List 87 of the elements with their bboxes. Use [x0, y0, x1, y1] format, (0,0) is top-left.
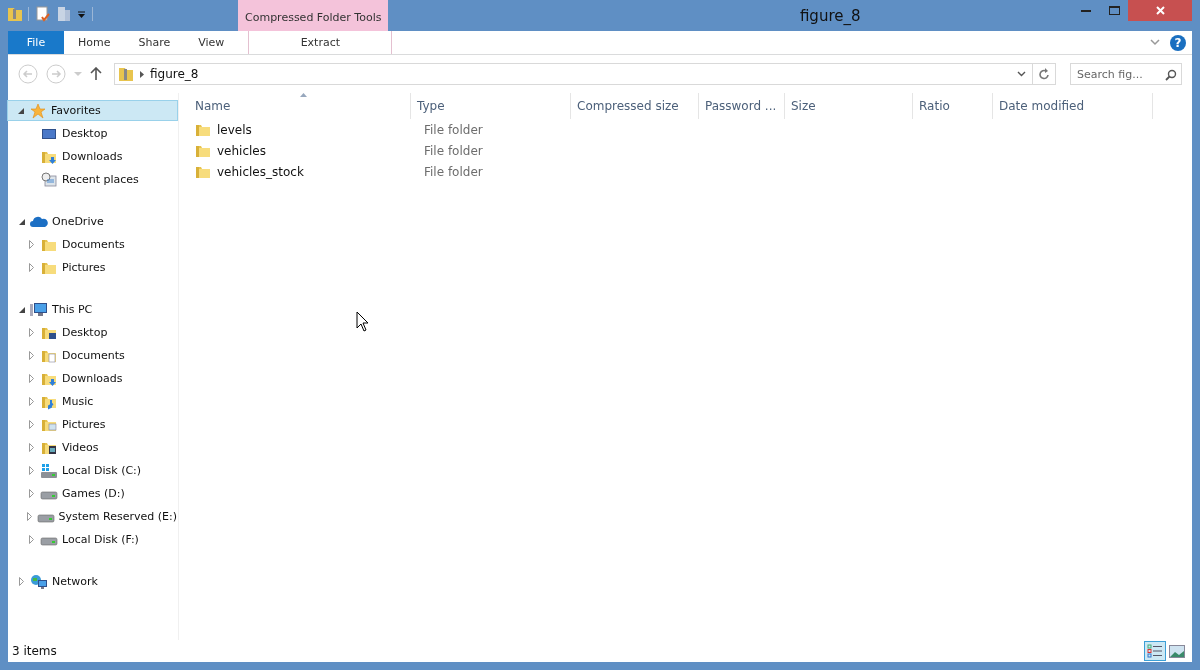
up-button[interactable] — [90, 67, 102, 81]
address-bar[interactable]: figure_8 — [114, 63, 1056, 85]
refresh-icon[interactable] — [1038, 67, 1050, 81]
nav-item[interactable]: Desktop — [8, 322, 178, 343]
nav-item[interactable]: Videos — [8, 437, 178, 458]
sort-arrow-icon — [299, 93, 307, 97]
close-icon — [1155, 6, 1165, 15]
ribbon-tab[interactable]: File — [8, 31, 64, 54]
column-header[interactable]: Name — [189, 93, 411, 119]
ribbon-tab[interactable]: Extract — [248, 31, 393, 54]
expand-arrow-icon[interactable] — [29, 240, 34, 249]
nav-item[interactable]: This PC — [8, 299, 178, 320]
star-icon — [29, 102, 47, 119]
nav-item[interactable]: Desktop — [8, 123, 178, 144]
ribbon-tab[interactable]: Share — [124, 31, 185, 54]
expand-arrow-icon[interactable] — [27, 512, 33, 521]
nav-item[interactable]: Documents — [8, 345, 178, 366]
cloud-icon — [30, 214, 48, 229]
system-drive-icon — [40, 462, 58, 479]
expand-ribbon-icon[interactable] — [1150, 39, 1160, 46]
archive-folder-icon[interactable] — [8, 6, 22, 22]
expand-arrow-icon[interactable] — [29, 374, 34, 383]
nav-item[interactable]: OneDrive — [8, 211, 178, 232]
file-name[interactable]: vehicles — [217, 143, 266, 158]
column-header[interactable]: Date modified — [993, 93, 1153, 119]
expand-arrow-icon[interactable] — [29, 489, 34, 498]
nav-item[interactable]: Pictures — [8, 257, 178, 278]
column-header[interactable]: Type — [411, 93, 571, 119]
window-title: figure_8 — [799, 7, 861, 25]
dropdown-icon[interactable] — [77, 9, 86, 19]
maximize-icon[interactable] — [1108, 6, 1120, 15]
nav-item[interactable]: Games (D:) — [8, 483, 178, 504]
expand-arrow-icon[interactable] — [29, 466, 34, 475]
file-type: File folder — [423, 122, 483, 137]
nav-item[interactable]: Downloads — [8, 368, 178, 389]
back-button[interactable] — [18, 64, 38, 84]
column-header[interactable]: Password ... — [699, 93, 785, 119]
mouse-pointer-icon — [356, 311, 369, 332]
properties-icon[interactable] — [35, 6, 51, 22]
file-name[interactable]: levels — [217, 122, 252, 137]
network-icon — [30, 573, 48, 590]
expand-arrow-icon[interactable] — [29, 443, 34, 452]
recent-icon — [40, 171, 58, 188]
expand-arrow-icon[interactable] — [29, 263, 34, 272]
forward-button[interactable] — [46, 64, 66, 84]
file-name[interactable]: vehicles_stock — [217, 164, 304, 179]
details-view-button[interactable] — [1144, 641, 1166, 661]
ribbon-tab[interactable]: Home — [64, 31, 125, 54]
nav-item[interactable]: Documents — [8, 234, 178, 255]
file-type: File folder — [423, 143, 483, 158]
expand-arrow-icon[interactable] — [29, 535, 34, 544]
collapse-arrow-icon[interactable] — [18, 306, 25, 313]
ribbon-tab[interactable]: View — [184, 31, 239, 54]
expand-arrow-icon[interactable] — [29, 397, 34, 406]
nav-item[interactable]: Network — [8, 571, 178, 592]
nav-item[interactable]: Local Disk (C:) — [8, 460, 178, 481]
search-field[interactable]: Search fig... — [1070, 63, 1182, 85]
recent-locations-button[interactable] — [74, 71, 82, 77]
collapse-arrow-icon[interactable] — [18, 218, 25, 225]
contextual-tab-header: Compressed Folder Tools — [238, 0, 389, 31]
column-header[interactable]: Compressed size — [571, 93, 699, 119]
expand-arrow-icon[interactable] — [29, 420, 34, 429]
address-dropdown-icon[interactable] — [1017, 71, 1026, 77]
pc-icon — [30, 301, 48, 318]
nav-item[interactable]: Favorites — [7, 100, 178, 121]
minimize-icon[interactable] — [1081, 9, 1091, 12]
nav-item[interactable]: Pictures — [8, 414, 178, 435]
breadcrumb-arrow-icon[interactable] — [140, 70, 144, 78]
nav-item[interactable]: System Reserved (E:) — [8, 506, 178, 527]
nav-item[interactable]: Music — [8, 391, 178, 412]
file-type: File folder — [423, 164, 483, 179]
item-count: 3 items — [12, 644, 57, 658]
column-header[interactable]: Ratio — [913, 93, 993, 119]
help-button[interactable]: ? — [1170, 34, 1186, 51]
column-header[interactable]: Size — [785, 93, 913, 119]
nav-item[interactable]: Downloads — [8, 146, 178, 167]
nav-item[interactable]: Local Disk (F:) — [8, 529, 178, 550]
nav-item[interactable]: Recent places — [8, 169, 178, 190]
breadcrumb[interactable]: figure_8 — [150, 67, 199, 81]
expand-arrow-icon[interactable] — [29, 351, 34, 360]
expand-arrow-icon[interactable] — [19, 577, 24, 586]
expand-arrow-icon[interactable] — [29, 328, 34, 337]
close-button[interactable] — [1128, 0, 1192, 21]
collapse-arrow-icon[interactable] — [17, 107, 24, 114]
search-icon — [1165, 69, 1177, 81]
new-folder-icon[interactable] — [57, 6, 71, 22]
archive-folder-icon — [118, 66, 134, 82]
